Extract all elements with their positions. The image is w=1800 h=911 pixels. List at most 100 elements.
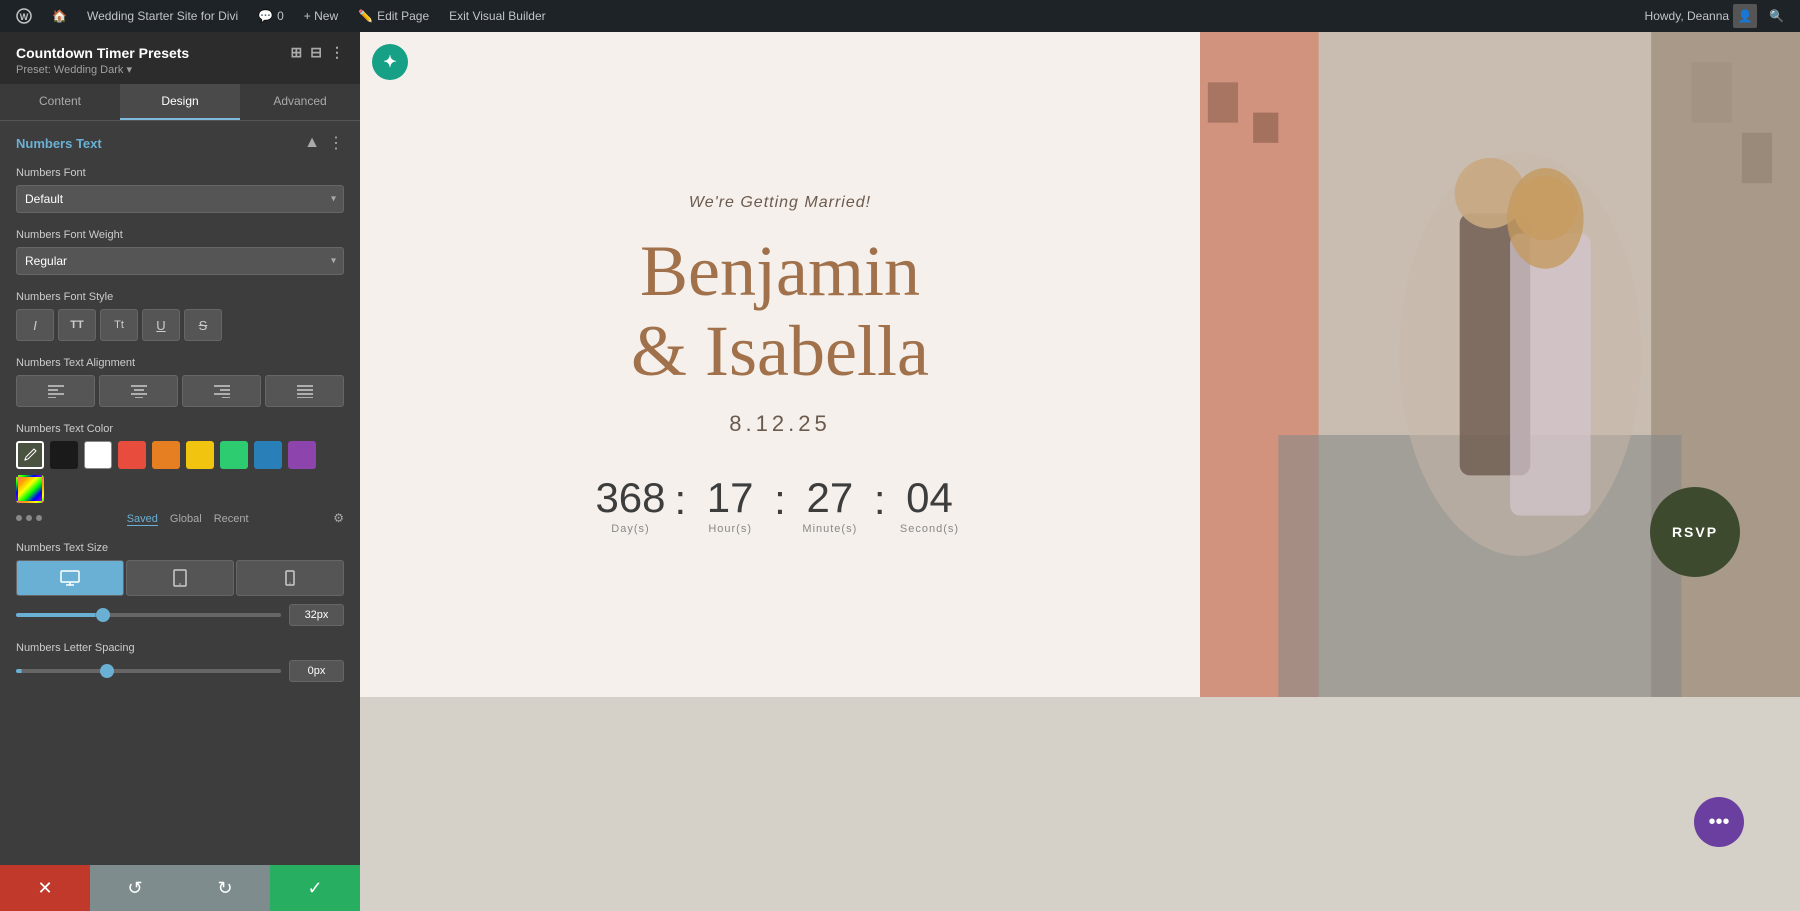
- color-tab-recent[interactable]: Recent: [214, 513, 249, 526]
- tab-design[interactable]: Design: [120, 84, 240, 120]
- wp-logo[interactable]: W: [8, 0, 40, 32]
- site-logo-item[interactable]: 🏠: [44, 0, 75, 32]
- right-content: ✦ We're Getting Married! Benjamin & Isab…: [360, 32, 1800, 911]
- gradient-swatch[interactable]: [16, 475, 44, 503]
- rsvp-button[interactable]: RSVP: [1650, 487, 1740, 577]
- panel-icon-more[interactable]: ⋮: [330, 44, 344, 61]
- divi-fab[interactable]: ✦: [372, 44, 408, 80]
- undo-button[interactable]: ↺: [90, 865, 180, 911]
- desktop-device-button[interactable]: [16, 560, 124, 596]
- color-tab-global[interactable]: Global: [170, 513, 202, 526]
- align-left-icon: [48, 384, 64, 398]
- admin-bar: W 🏠 Wedding Starter Site for Divi 💬 0 + …: [0, 0, 1800, 32]
- more-options-icon: •••: [1708, 811, 1729, 834]
- section-header-icons: ▲ ⋮: [304, 133, 344, 153]
- caps-button[interactable]: TT: [58, 309, 96, 341]
- search-button[interactable]: 🔍: [1761, 9, 1792, 23]
- numbers-font-select-wrapper: Default: [16, 185, 344, 213]
- eyedropper-swatch[interactable]: [16, 441, 44, 469]
- color-tabs: Saved Global Recent: [127, 513, 249, 526]
- new-item[interactable]: + New: [296, 0, 346, 32]
- underline-button[interactable]: U: [142, 309, 180, 341]
- countdown-sep-2: :: [770, 477, 790, 521]
- comment-icon: 💬: [258, 9, 273, 23]
- tab-bar: Content Design Advanced: [0, 84, 360, 121]
- edit-page-label: Edit Page: [377, 9, 429, 23]
- countdown-days: 368 Day(s): [590, 477, 670, 535]
- wedding-date: 8.12.25: [729, 411, 830, 437]
- tab-content[interactable]: Content: [0, 84, 120, 120]
- numbers-font-label: Numbers Font: [16, 167, 344, 179]
- blue-swatch[interactable]: [254, 441, 282, 469]
- photo-svg: [1200, 32, 1800, 697]
- numbers-font-select[interactable]: Default: [16, 185, 344, 213]
- section-collapse-icon[interactable]: ▲: [304, 134, 320, 152]
- section-more-icon[interactable]: ⋮: [328, 133, 344, 153]
- yellow-swatch[interactable]: [186, 441, 214, 469]
- preset-label[interactable]: Preset: Wedding Dark ▾: [16, 64, 132, 76]
- purple-swatch[interactable]: [288, 441, 316, 469]
- edit-icon: ✏️: [358, 9, 373, 23]
- align-center-button[interactable]: [99, 375, 178, 407]
- color-dot-1: [16, 515, 22, 521]
- red-swatch[interactable]: [118, 441, 146, 469]
- letter-spacing-slider[interactable]: [16, 669, 281, 673]
- mobile-device-button[interactable]: [236, 560, 344, 596]
- save-button[interactable]: ✓: [270, 865, 360, 911]
- alignment-buttons: [16, 375, 344, 407]
- cancel-button[interactable]: ✕: [0, 865, 90, 911]
- edit-page-item[interactable]: ✏️ Edit Page: [350, 0, 437, 32]
- strikethrough-button[interactable]: S: [184, 309, 222, 341]
- countdown-hours-label: Hour(s): [690, 523, 770, 535]
- italic-button[interactable]: I: [16, 309, 54, 341]
- wedding-left-content: We're Getting Married! Benjamin & Isabel…: [360, 32, 1200, 697]
- black-swatch[interactable]: [50, 441, 78, 469]
- numbers-text-color-group: Numbers Text Color: [16, 423, 344, 526]
- align-left-button[interactable]: [16, 375, 95, 407]
- comments-item[interactable]: 💬 0: [250, 0, 292, 32]
- user-greeting: Howdy, Deanna: [1645, 9, 1730, 23]
- wedding-names: Benjamin & Isabella: [631, 232, 929, 390]
- numbers-text-color-label: Numbers Text Color: [16, 423, 344, 435]
- divi-logo-icon: ✦: [383, 52, 396, 72]
- orange-swatch[interactable]: [152, 441, 180, 469]
- tab-advanced[interactable]: Advanced: [240, 84, 360, 120]
- text-size-input[interactable]: [289, 604, 344, 626]
- redo-button[interactable]: ↻: [180, 865, 270, 911]
- countdown-days-label: Day(s): [590, 523, 670, 535]
- color-dot-2: [26, 515, 32, 521]
- letter-spacing-input[interactable]: [289, 660, 344, 682]
- countdown-days-value: 368: [590, 477, 670, 519]
- exit-builder-item[interactable]: Exit Visual Builder: [441, 0, 554, 32]
- numbers-font-weight-group: Numbers Font Weight Regular: [16, 229, 344, 275]
- admin-bar-right: Howdy, Deanna 👤 🔍: [1645, 4, 1792, 28]
- numbers-font-group: Numbers Font Default: [16, 167, 344, 213]
- preset-arrow: ▾: [126, 64, 132, 76]
- numbers-font-weight-select[interactable]: Regular: [16, 247, 344, 275]
- desktop-icon: [60, 570, 80, 586]
- tablet-device-button[interactable]: [126, 560, 234, 596]
- color-tab-saved[interactable]: Saved: [127, 513, 158, 526]
- wordpress-icon: W: [16, 8, 32, 24]
- site-name-label: Wedding Starter Site for Divi: [87, 9, 238, 23]
- panel-title-icons: ⊞ ⊟ ⋮: [291, 44, 344, 61]
- user-avatar[interactable]: 👤: [1733, 4, 1757, 28]
- eyedropper-icon: [23, 448, 37, 462]
- countdown-sep-1: :: [670, 477, 690, 521]
- size-slider-row: [16, 604, 344, 626]
- align-justify-button[interactable]: [265, 375, 344, 407]
- countdown-minutes-value: 27: [790, 477, 870, 519]
- site-name-item[interactable]: Wedding Starter Site for Divi: [79, 0, 246, 32]
- align-right-button[interactable]: [182, 375, 261, 407]
- wedding-section: We're Getting Married! Benjamin & Isabel…: [360, 32, 1800, 697]
- panel-icon-copy[interactable]: ⊞: [291, 44, 303, 61]
- section-header: Numbers Text ▲ ⋮: [16, 133, 344, 153]
- svg-text:W: W: [20, 12, 29, 22]
- panel-icon-layout[interactable]: ⊟: [310, 44, 322, 61]
- more-options-fab[interactable]: •••: [1694, 797, 1744, 847]
- green-swatch[interactable]: [220, 441, 248, 469]
- color-settings-icon[interactable]: ⚙: [333, 511, 344, 525]
- text-size-slider[interactable]: [16, 613, 281, 617]
- smallcaps-button[interactable]: Tt: [100, 309, 138, 341]
- white-swatch[interactable]: [84, 441, 112, 469]
